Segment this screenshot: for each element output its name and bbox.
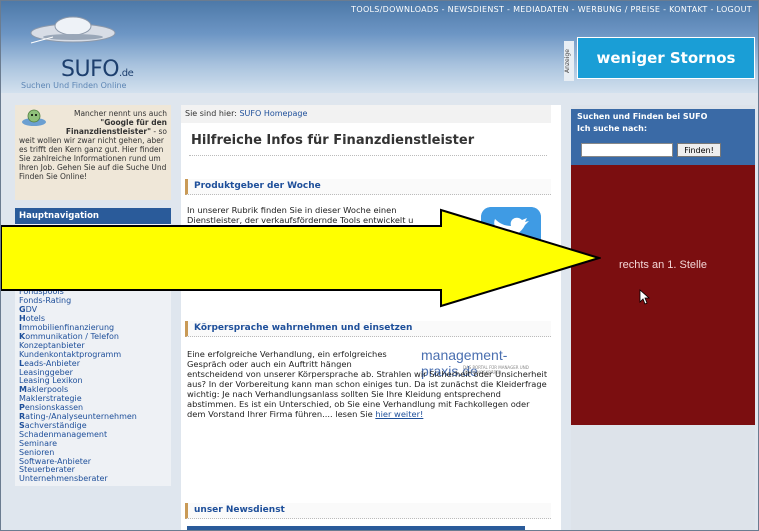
- search-label: Ich suche nach:: [577, 124, 648, 133]
- topnav-link[interactable]: MEDIADATEN: [513, 5, 569, 14]
- search-panel-title: Suchen und Finden bei SUFO: [577, 112, 708, 121]
- section-heading-koerpersprache: Körpersprache wahrnehmen und einsetzen: [185, 321, 551, 337]
- newsdienst-banner: [187, 526, 525, 530]
- breadcrumb: Sie sind hier: SUFO Homepage: [181, 105, 551, 123]
- main-navigation-list: Assekuradeure Büroservice Dokumentenlogis…: [15, 224, 171, 487]
- breadcrumb-home-link[interactable]: SUFO Homepage: [239, 109, 307, 118]
- page-title: Hilfreiche Infos für Finanzdienstleister: [191, 133, 475, 148]
- site-header: TOOLS/DOWNLOADS - NEWSDIENST - MEDIADATE…: [1, 1, 758, 93]
- read-more-link[interactable]: hier weiter!: [375, 409, 423, 419]
- main-navigation-heading: Hauptnavigation: [15, 208, 171, 224]
- topnav-link[interactable]: LOGOUT: [716, 5, 752, 14]
- site-logo[interactable]: SUFO.de: [61, 57, 134, 82]
- topnav-link[interactable]: NEWSDIENST: [448, 5, 505, 14]
- topnav-separator: -: [438, 5, 448, 14]
- section-heading-newsdienst: unser Newsdienst: [185, 503, 551, 519]
- right-sidebar: Suchen und Finden bei SUFO Ich suche nac…: [571, 105, 755, 530]
- topnav-separator: -: [660, 5, 670, 14]
- title-divider: [189, 155, 547, 156]
- ad-placeholder-text: rechts an 1. Stelle: [618, 259, 708, 271]
- logo-tagline: Suchen Und Finden Online: [21, 81, 127, 90]
- koerpersprache-text: entscheidend von unserer Körpersprache a…: [187, 369, 548, 419]
- logo-text: SUFO: [61, 57, 120, 82]
- mouse-cursor-icon: [639, 289, 651, 305]
- search-panel: Suchen und Finden bei SUFO Ich suche nac…: [571, 109, 755, 165]
- promo-body: weit wollen wir zwar nicht gehen, aber e…: [19, 136, 167, 181]
- browser-frame: TOOLS/DOWNLOADS - NEWSDIENST - MEDIADATE…: [0, 0, 759, 531]
- topnav-separator: -: [568, 5, 578, 14]
- topnav-separator: -: [504, 5, 514, 14]
- topnav-link[interactable]: TOOLS/DOWNLOADS: [351, 5, 439, 14]
- promo-box: Mancher nennt uns auch "Google für den F…: [15, 105, 171, 200]
- ad-banner[interactable]: weniger Stornos: [577, 37, 755, 79]
- alien-mascot-icon: [22, 109, 46, 126]
- nav-item[interactable]: Unternehmensberater: [19, 474, 167, 484]
- topnav-link[interactable]: KONTAKT: [669, 5, 707, 14]
- logo-suffix: .de: [119, 68, 134, 79]
- nav-item[interactable]: [19, 235, 167, 244]
- search-input[interactable]: [581, 143, 673, 157]
- search-button[interactable]: Finden!: [677, 143, 721, 157]
- main-content: Sie sind hier: SUFO Homepage Hilfreiche …: [181, 105, 561, 530]
- nav-item[interactable]: Assekuradeure: [19, 225, 167, 235]
- koerpersprache-intro: Eine erfolgreiche Verhandlung, ein erfol…: [187, 349, 387, 369]
- nav-item[interactable]: [19, 244, 167, 253]
- section-heading-produktgeber: Produktgeber der Woche: [185, 179, 551, 195]
- promo-line3-rest: - so: [151, 127, 167, 136]
- ad-label: Anzeige: [564, 41, 574, 81]
- top-navigation: TOOLS/DOWNLOADS - NEWSDIENST - MEDIADATE…: [351, 5, 752, 14]
- breadcrumb-prefix: Sie sind hier:: [185, 109, 237, 118]
- promo-quote-1: "Google für den: [100, 118, 167, 127]
- ad-placeholder-right[interactable]: rechts an 1. Stelle: [571, 165, 755, 425]
- topnav-link[interactable]: WERBUNG / PREISE: [578, 5, 661, 14]
- nav-item[interactable]: Fonds-Rating: [19, 296, 167, 306]
- koerpersprache-body: entscheidend von unserer Körpersprache a…: [187, 369, 549, 419]
- promo-quote-2: Finanzdienstleister": [65, 127, 152, 136]
- ufo-logo-icon: [30, 16, 116, 44]
- twitter-bird-icon[interactable]: [481, 207, 541, 253]
- left-sidebar: Mancher nennt uns auch "Google für den F…: [15, 105, 171, 530]
